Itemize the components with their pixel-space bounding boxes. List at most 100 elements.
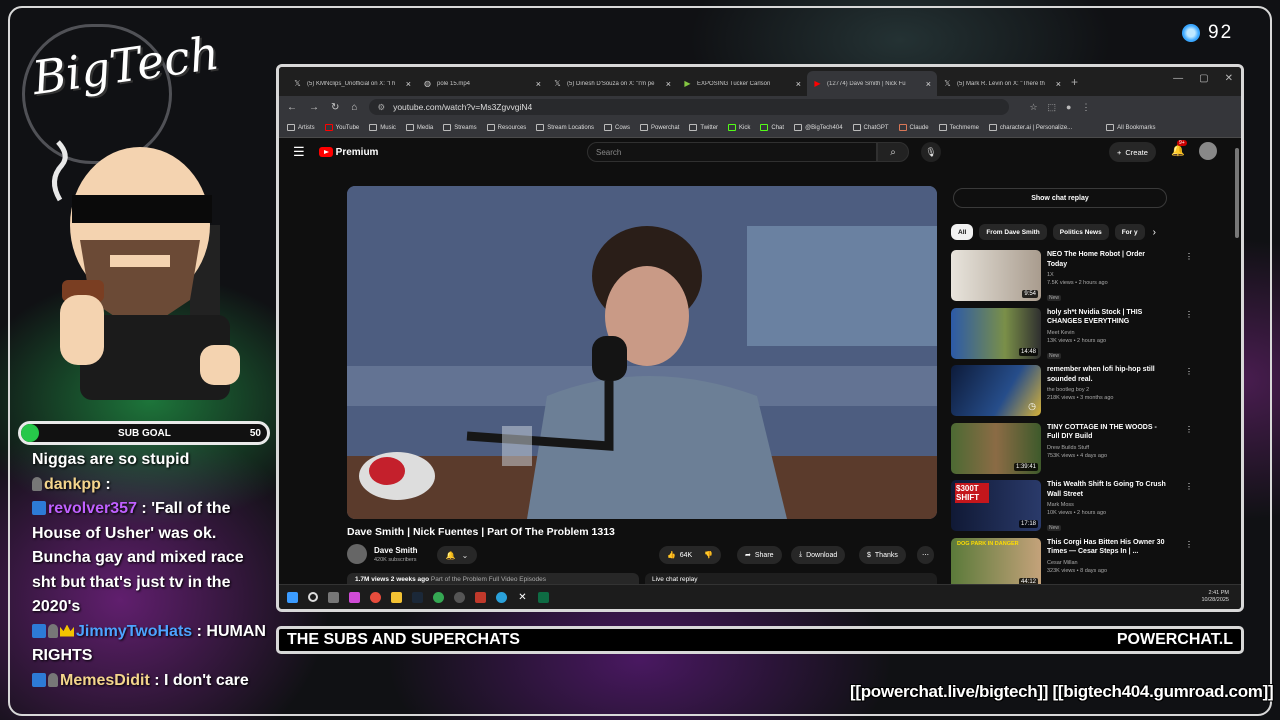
bookmark-item[interactable]: ChatGPT	[852, 124, 889, 131]
address-bar[interactable]: ⚙ youtube.com/watch?v=Ms3ZgvvgiN4	[369, 99, 1010, 115]
bookmark-item[interactable]: Media	[405, 124, 433, 131]
video-thumbnail[interactable]: DOG PARK IN DANGER 44:12	[951, 537, 1041, 589]
bookmark-item[interactable]: Music	[369, 124, 396, 131]
back-icon[interactable]: ←	[287, 102, 297, 113]
start-icon[interactable]	[287, 591, 298, 603]
all-bookmarks[interactable]: All Bookmarks	[1106, 124, 1156, 131]
video-thumbnail[interactable]: $300T SHIFT 17:18	[951, 480, 1041, 531]
more-options-icon[interactable]: ⋮	[1185, 425, 1193, 434]
bookmark-star-icon[interactable]: ☆	[1029, 102, 1037, 113]
steam-icon[interactable]	[412, 591, 423, 603]
bookmark-item[interactable]: Artists	[287, 124, 315, 131]
close-tab-icon[interactable]: ×	[1056, 79, 1061, 89]
bookmark-item[interactable]: Cows	[604, 124, 630, 131]
bookmark-item[interactable]: Kick	[728, 124, 750, 131]
show-chat-replay-button[interactable]: Show chat replay	[953, 188, 1167, 208]
more-options-icon[interactable]: ⋮	[1185, 310, 1193, 319]
bookmark-item[interactable]: Twitter	[689, 124, 718, 131]
rec-channel[interactable]: 1X	[1047, 272, 1167, 278]
rec-channel[interactable]: Mark Moss	[1047, 502, 1167, 508]
video-thumbnail[interactable]: ◷	[951, 365, 1041, 416]
like-button[interactable]: 👍 64K 👎	[659, 546, 721, 564]
bookmark-item[interactable]: YouTube	[324, 124, 359, 131]
site-info-icon[interactable]: ⚙	[377, 102, 385, 113]
create-button[interactable]: + Create	[1109, 142, 1156, 162]
search-icon[interactable]: ⌕	[877, 142, 909, 162]
account-avatar[interactable]	[1199, 142, 1217, 160]
more-options-icon[interactable]: ⋮	[1185, 540, 1193, 549]
rec-title[interactable]: remember when lofi hip-hop still sounded…	[1047, 365, 1167, 384]
recommended-video[interactable]: $300T SHIFT 17:18 This Wealth Shift Is Go…	[951, 480, 1193, 538]
more-options-icon[interactable]: ⋮	[1185, 482, 1193, 491]
recommended-video[interactable]: 1:39:41 TINY COTTAGE IN THE WOODS - Full…	[951, 422, 1193, 481]
chip-politics-news[interactable]: Politics News	[1052, 224, 1109, 240]
file-explorer-icon[interactable]	[391, 591, 402, 603]
new-tab-icon[interactable]: +	[1071, 75, 1078, 89]
chevron-right-icon[interactable]: ›	[1153, 227, 1156, 238]
rec-title[interactable]: This Corgi Has Bitten His Owner 30 Times…	[1047, 538, 1167, 557]
close-tab-icon[interactable]: ×	[926, 79, 931, 89]
chip-from-channel[interactable]: From Dave Smith	[979, 224, 1047, 240]
chip-for-you[interactable]: For y	[1114, 224, 1145, 240]
telegram-icon[interactable]	[496, 591, 507, 603]
more-options-icon[interactable]: ⋮	[1185, 367, 1193, 376]
video-thumbnail[interactable]: 9:54	[951, 250, 1041, 301]
browser-tab[interactable]: ▶ EXPOSING Tucker Carlson ×	[677, 71, 807, 96]
task-view-icon[interactable]	[328, 591, 339, 603]
search-input[interactable]: Search	[587, 142, 877, 162]
browser-tab[interactable]: 𝕏 (5) Mark R. Levin on X: "There th ×	[937, 71, 1067, 96]
browser-tab[interactable]: ◍ pole 15.mp4 ×	[417, 71, 547, 96]
video-thumbnail[interactable]: 14:48	[951, 307, 1041, 359]
recommended-video[interactable]: 14:48 holy sh*t Nvidia Stock | THIS CHAN…	[951, 307, 1193, 366]
dislike-icon[interactable]: 👎	[704, 551, 713, 559]
app-icon[interactable]	[349, 591, 360, 603]
rec-title[interactable]: TINY COTTAGE IN THE WOODS - Full DIY Bui…	[1047, 423, 1167, 442]
bookmark-item[interactable]: Powerchat	[640, 124, 679, 131]
x-icon[interactable]: ✕	[517, 592, 528, 603]
close-tab-icon[interactable]: ×	[406, 79, 411, 89]
playlist-link[interactable]: Part of the Problem Full Video Episodes	[431, 576, 546, 583]
rec-channel[interactable]: Drew Builds Stuff	[1047, 445, 1167, 451]
thanks-button[interactable]: $ Thanks	[859, 546, 906, 564]
minimize-icon[interactable]: —	[1173, 73, 1183, 84]
channel-avatar[interactable]	[347, 544, 367, 564]
bookmark-item[interactable]: Streams	[443, 124, 477, 131]
rec-title[interactable]: holy sh*t Nvidia Stock | THIS CHANGES EV…	[1047, 308, 1167, 327]
hamburger-menu-icon[interactable]: ☰	[293, 144, 305, 160]
video-thumbnail[interactable]: 1:39:41	[951, 422, 1041, 474]
extension-icon[interactable]: ⬚	[1048, 102, 1057, 113]
reload-icon[interactable]: ↻	[331, 102, 339, 113]
browser-tab-active[interactable]: ▶ (12774) Dave Smith | Nick Fu ×	[807, 71, 937, 96]
system-clock[interactable]: 2:41 PM 10/28/2025	[1201, 590, 1229, 604]
channel-name[interactable]: Dave Smith	[374, 546, 418, 555]
chrome-icon[interactable]	[370, 591, 381, 603]
bookmark-item[interactable]: @BigTech404	[794, 124, 843, 131]
menu-icon[interactable]: ⋮	[1081, 102, 1090, 113]
forward-icon[interactable]: →	[309, 102, 319, 113]
bookmark-item[interactable]: Techmeme	[938, 124, 979, 131]
browser-tab[interactable]: 𝕏 (5) Dinesh D'Souza on X: "I'm pe ×	[547, 71, 677, 96]
subscribed-bell-button[interactable]: 🔔 ⌄	[437, 546, 477, 564]
app-icon[interactable]	[475, 591, 486, 603]
rec-channel[interactable]: the bootleg boy 2	[1047, 387, 1167, 393]
close-tab-icon[interactable]: ×	[796, 79, 801, 89]
browser-tab[interactable]: 𝕏 (5) KMNclips_Unofficial on X: "I h ×	[287, 71, 417, 96]
microphone-icon[interactable]: 🎙	[921, 142, 941, 162]
recommended-video[interactable]: ◷ remember when lofi hip-hop still sound…	[951, 365, 1193, 423]
home-icon[interactable]: ⌂	[351, 102, 357, 113]
chip-all[interactable]: All	[951, 224, 974, 240]
more-actions-icon[interactable]: ⋯	[917, 546, 934, 564]
scrollbar[interactable]	[1235, 148, 1239, 238]
close-tab-icon[interactable]: ×	[536, 79, 541, 89]
download-button[interactable]: ⤓ Download	[791, 546, 846, 564]
chrome-icon[interactable]	[433, 591, 444, 603]
rec-title[interactable]: NEO The Home Robot | Order Today	[1047, 250, 1167, 269]
search-icon[interactable]	[308, 592, 318, 602]
rec-title[interactable]: This Wealth Shift Is Going To Crush Wall…	[1047, 480, 1167, 499]
bookmark-item[interactable]: Claude	[898, 124, 929, 131]
rec-channel[interactable]: Meet Kevin	[1047, 330, 1167, 336]
bookmark-item[interactable]: Stream Locations	[536, 124, 594, 131]
recommended-video[interactable]: 9:54 NEO The Home Robot | Order Today 1X 7…	[951, 250, 1193, 308]
more-options-icon[interactable]: ⋮	[1185, 252, 1193, 261]
notifications-bell-icon[interactable]: 🔔 9+	[1171, 140, 1187, 157]
